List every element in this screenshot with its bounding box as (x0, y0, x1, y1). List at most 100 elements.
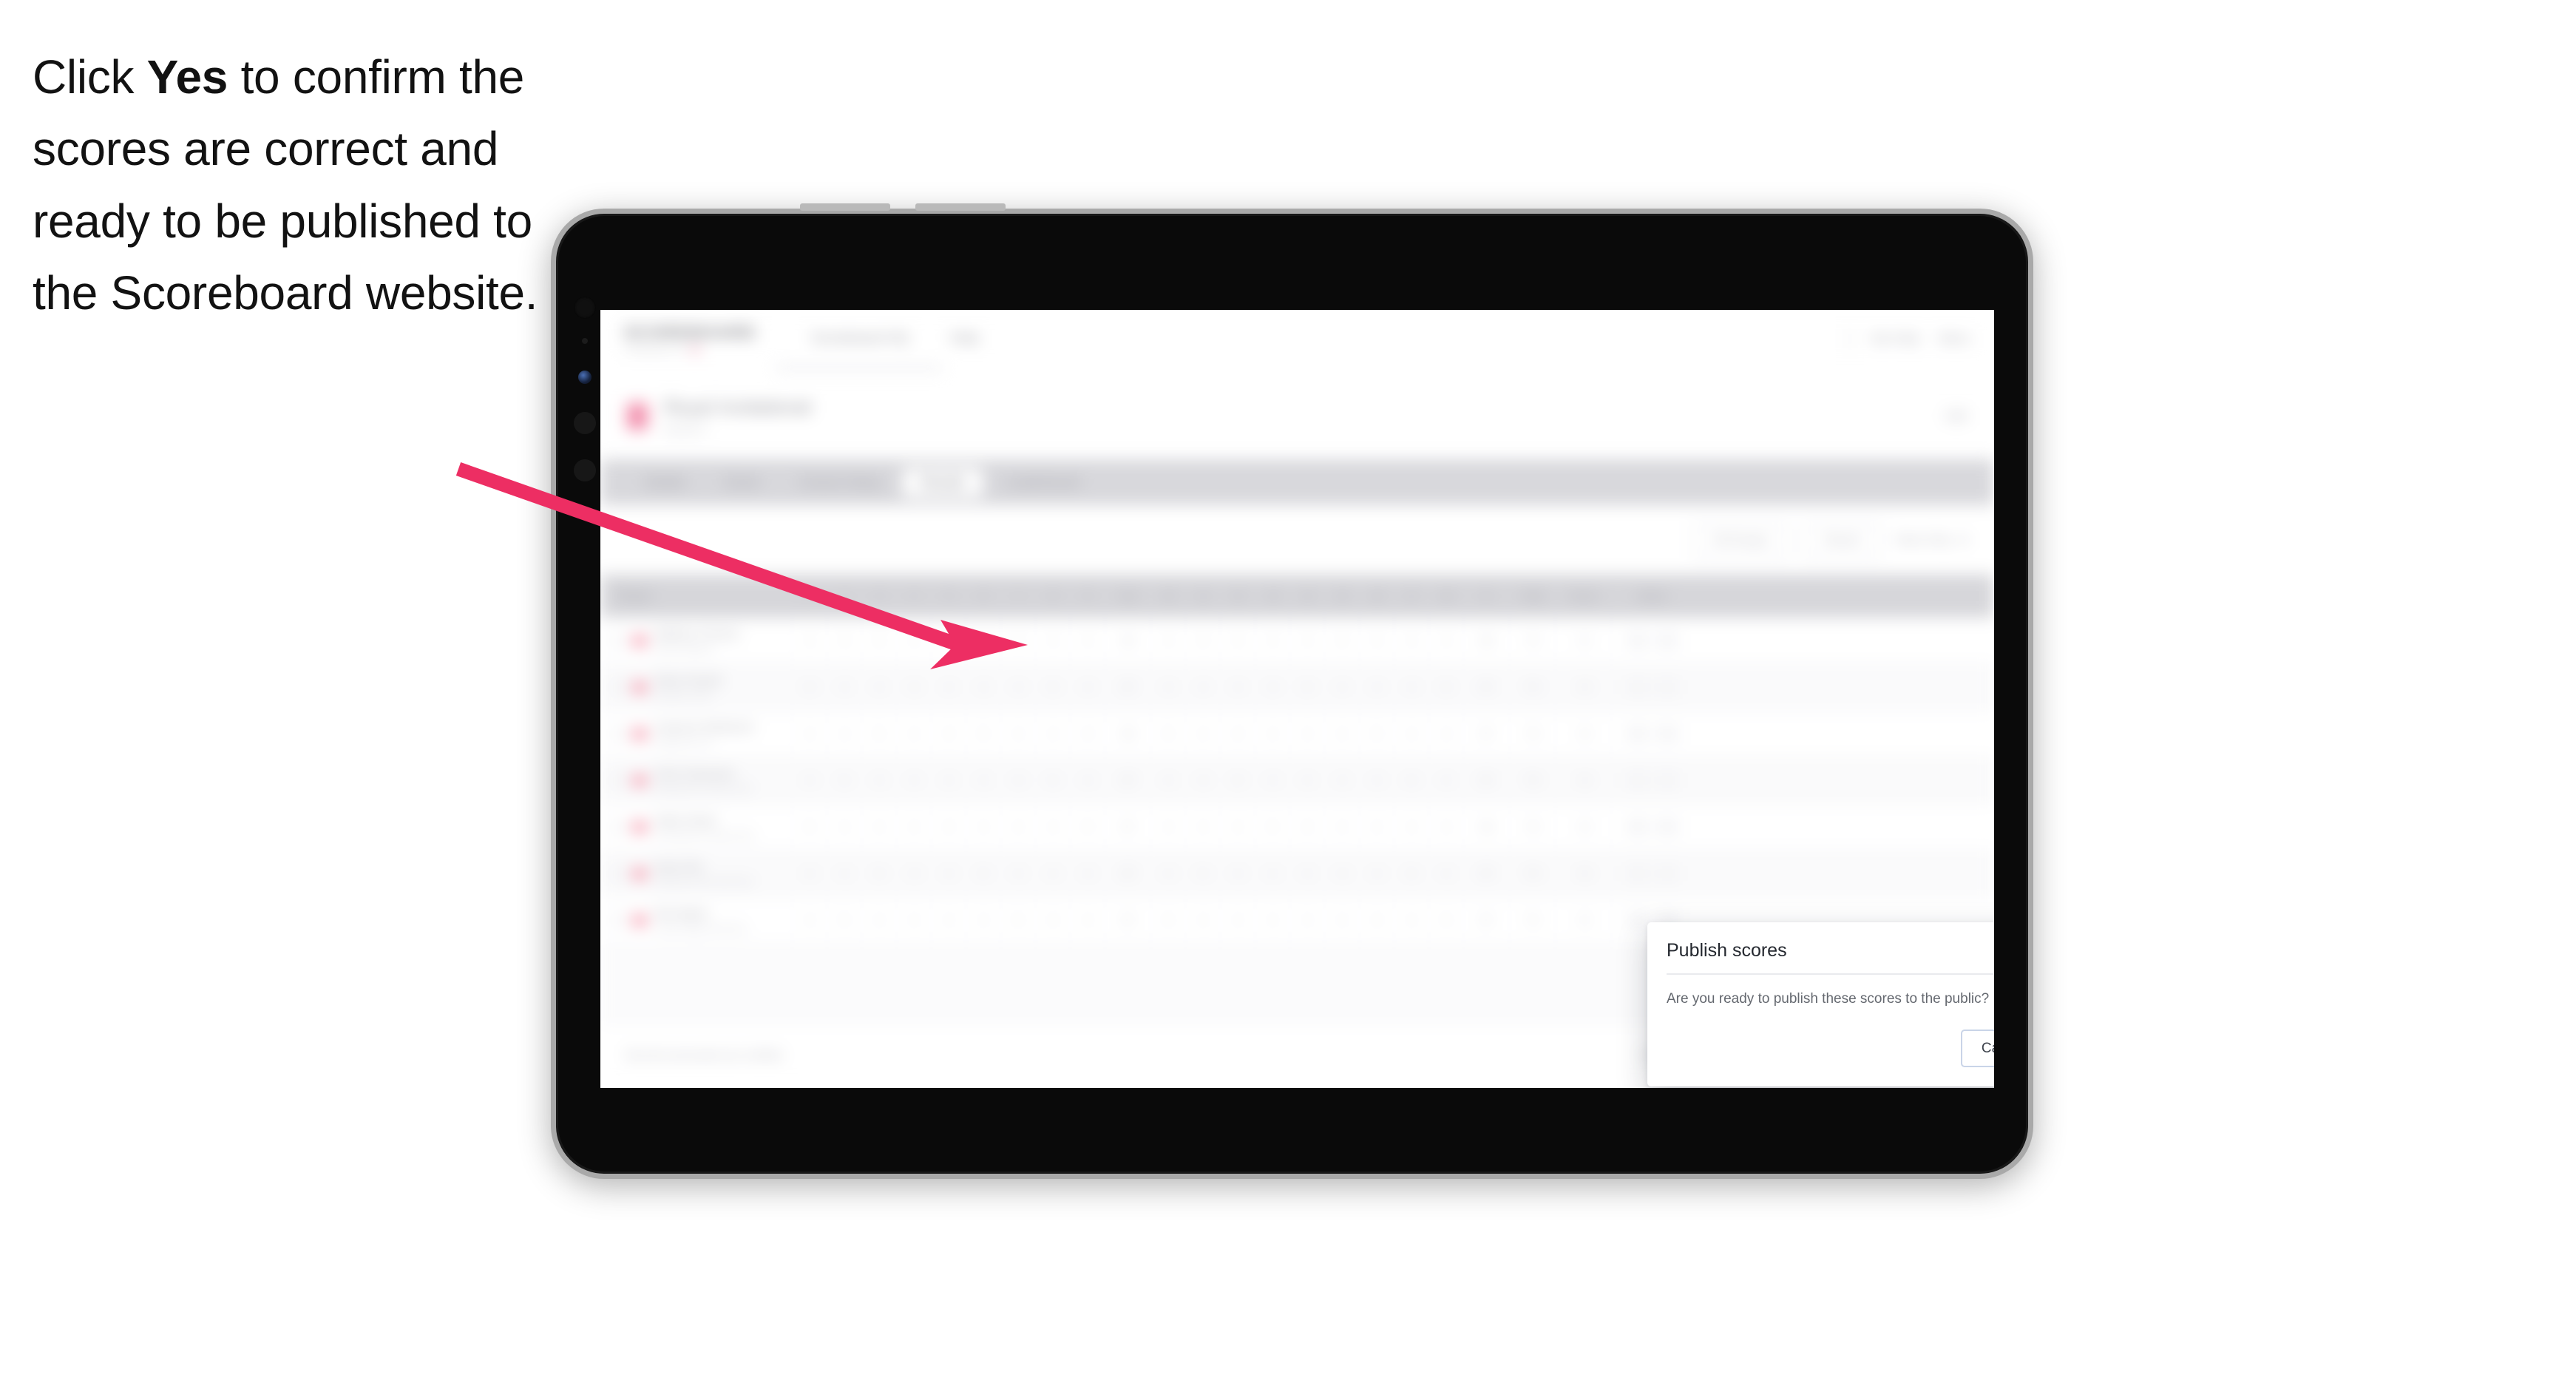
score-cell[interactable]: +4 (1556, 897, 1612, 943)
volume-up-button[interactable] (800, 203, 890, 211)
score-cell[interactable]: 4 (1394, 618, 1429, 663)
score-cell[interactable]: 3 (1036, 897, 1071, 943)
score-cell[interactable]: 4 (897, 757, 932, 803)
score-cell[interactable]: 4 (1360, 804, 1394, 850)
score-cell[interactable]: 4 (1071, 897, 1105, 943)
score-cell[interactable]: 4 (1290, 757, 1325, 803)
score-cell[interactable]: 5 (1325, 618, 1360, 663)
score-cell[interactable]: 37 (1464, 711, 1510, 757)
score-cell[interactable]: 37 (1464, 897, 1510, 943)
score-cell[interactable]: 4 (966, 664, 1001, 710)
competition-edit-link[interactable]: Edit (1946, 409, 1967, 424)
score-cell[interactable]: 4 (897, 804, 932, 850)
score-cell[interactable]: 4 (1151, 757, 1186, 803)
score-cell[interactable]: 4 (1221, 804, 1255, 850)
score-cell[interactable]: 4 (932, 851, 966, 896)
score-cell[interactable]: 4 (1151, 804, 1186, 850)
score-cell[interactable]: 4 (1151, 618, 1186, 663)
score-cell[interactable]: 5 (827, 757, 862, 803)
score-cell[interactable]: 4 (1325, 804, 1360, 850)
score-cell[interactable]: 4 (1221, 851, 1255, 896)
score-cell[interactable]: 3 (1001, 757, 1036, 803)
score-cell[interactable]: 5 (793, 664, 827, 710)
score-cell[interactable]: 5 (1290, 664, 1325, 710)
score-cell[interactable]: 36 (1105, 711, 1151, 757)
score-cell[interactable]: +4 (1556, 664, 1612, 710)
nav-menu[interactable]: Menu (1939, 331, 1970, 346)
score-cell[interactable]: 5 (1221, 757, 1255, 803)
table-row[interactable]: Cameron Robertson Kingsmere GC 4 4 5 4 3 5 4 4 3 36… (600, 711, 1994, 757)
cancel-button[interactable]: Cancel (1960, 1030, 1994, 1067)
score-cell[interactable]: 74 (1510, 757, 1556, 803)
score-cell[interactable]: 4 (897, 711, 932, 757)
app-logo[interactable]: SCOREBOARD POWERED BY (624, 323, 756, 355)
score-cell[interactable]: 4 (1151, 664, 1186, 710)
score-cell[interactable]: 4 (1186, 804, 1221, 850)
score-cell[interactable]: 4 (1221, 897, 1255, 943)
score-cell[interactable]: 73 (1510, 711, 1556, 757)
score-cell[interactable]: 37 (1464, 851, 1510, 896)
score-cell[interactable]: 4 (1394, 804, 1429, 850)
filter-team-only[interactable]: Team Only (1895, 534, 1969, 547)
score-cell[interactable]: 4 (1429, 851, 1464, 896)
score-cell[interactable]: 5 (966, 711, 1001, 757)
score-cell[interactable]: 4 (1071, 664, 1105, 710)
volume-down-button[interactable] (915, 203, 1006, 211)
score-cell[interactable]: +4 (1556, 757, 1612, 803)
score-cell[interactable]: 5 (1429, 664, 1464, 710)
score-cell[interactable]: 4 (862, 897, 897, 943)
score-cell[interactable]: 5 (1394, 757, 1429, 803)
score-cell[interactable]: 4 (1071, 851, 1105, 896)
score-cell[interactable]: 4 (1290, 897, 1325, 943)
score-cell[interactable]: 4 (793, 618, 827, 663)
nav-link-help[interactable]: Help (950, 331, 979, 347)
score-cell[interactable]: 4 (862, 804, 897, 850)
score-cell[interactable]: 4 (1255, 851, 1290, 896)
score-cell[interactable]: 4 (897, 897, 932, 943)
score-cell[interactable]: 4 (1036, 711, 1071, 757)
score-cell[interactable]: 5 (1036, 757, 1071, 803)
score-cell[interactable]: 4 (1360, 757, 1394, 803)
score-cell[interactable]: 3 (1360, 897, 1394, 943)
filter-all-groups[interactable]: All Groups (1692, 524, 1789, 558)
score-cell[interactable]: 4 (1186, 897, 1221, 943)
score-cell[interactable]: 4 (966, 618, 1001, 663)
score-cell[interactable]: 5 (1151, 711, 1186, 757)
score-cell[interactable]: 36 (1105, 618, 1151, 663)
score-cell[interactable]: 74 (1510, 897, 1556, 943)
score-cell[interactable]: 5 (862, 711, 897, 757)
tab-details[interactable]: Details (627, 468, 703, 497)
score-cell[interactable]: 5 (827, 897, 862, 943)
score-cell[interactable]: 5 (966, 851, 1001, 896)
score-cell[interactable]: 74 (1510, 851, 1556, 896)
score-cell[interactable]: 36 (1464, 618, 1510, 663)
score-cell[interactable]: 4 (1429, 757, 1464, 803)
score-cell[interactable]: +3 (1556, 804, 1612, 850)
score-cell[interactable]: 4 (1221, 664, 1255, 710)
score-cell[interactable]: 37 (1105, 897, 1151, 943)
score-cell[interactable]: 5 (862, 851, 897, 896)
table-row[interactable]: Adam Stuart St Andrews Country Club 5 4 4 4 3 4… (600, 804, 1994, 851)
score-cell[interactable]: 4 (1255, 711, 1290, 757)
score-cell[interactable]: 4 (1186, 711, 1221, 757)
tab-event[interactable]: Event (708, 468, 777, 497)
score-cell[interactable]: 4 (1360, 851, 1394, 896)
tab-results[interactable]: Results (903, 467, 983, 497)
score-cell[interactable]: 5 (1071, 804, 1105, 850)
score-cell[interactable]: +3 (1556, 711, 1612, 757)
score-cell[interactable]: 3 (1221, 711, 1255, 757)
score-cell[interactable]: 4 (1290, 711, 1325, 757)
score-cell[interactable]: 4 (1325, 711, 1360, 757)
score-cell[interactable]: 4 (862, 664, 897, 710)
score-cell[interactable]: 4 (1186, 664, 1221, 710)
score-cell[interactable]: 5 (1360, 711, 1394, 757)
score-cell[interactable]: 4 (1255, 757, 1290, 803)
score-cell[interactable]: 37 (1105, 757, 1151, 803)
row-checkbox[interactable] (612, 913, 625, 927)
score-cell[interactable]: 37 (1105, 664, 1151, 710)
score-cell[interactable]: 4 (1394, 664, 1429, 710)
score-cell[interactable]: 4 (827, 711, 862, 757)
score-cell[interactable]: 5 (1186, 618, 1221, 663)
score-cell[interactable]: 5 (1255, 804, 1290, 850)
score-cell[interactable]: 4 (1325, 757, 1360, 803)
